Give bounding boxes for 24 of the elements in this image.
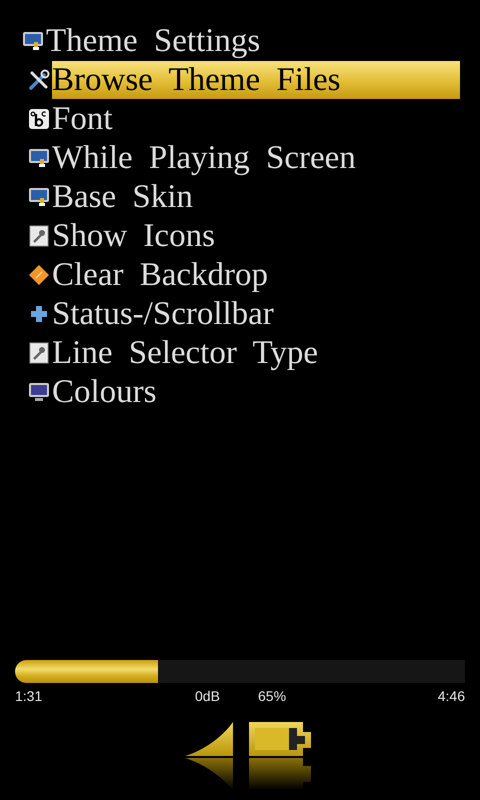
- menu-item[interactable]: Status-/Scrollbar: [52, 294, 274, 332]
- menu-item[interactable]: Colours: [52, 372, 157, 410]
- diamond-icon: [28, 264, 50, 286]
- monitor-brush-icon: [28, 186, 50, 208]
- battery-reading: 65%: [258, 688, 288, 706]
- menu-item[interactable]: Line Selector Type: [52, 334, 318, 372]
- menu-title: Theme Settings: [46, 22, 260, 60]
- menu-item[interactable]: Show Icons: [52, 216, 215, 254]
- document-wrench-icon: [28, 342, 50, 364]
- battery-icon: [247, 720, 313, 792]
- menu-item[interactable]: Base Skin: [52, 178, 193, 216]
- total-time: 4:46: [438, 688, 465, 706]
- menu-item[interactable]: Font: [52, 100, 113, 138]
- monitor-brush-icon: [22, 30, 44, 52]
- font-icon: [28, 108, 50, 130]
- elapsed-time: 1:31: [15, 688, 44, 706]
- document-wrench-icon: [28, 224, 50, 246]
- menu-item[interactable]: Clear Backdrop: [52, 256, 268, 294]
- monitor-icon: [28, 380, 50, 402]
- tools-icon: [28, 68, 50, 90]
- volume-reading: 0dB: [195, 688, 221, 706]
- monitor-brush-icon: [28, 146, 50, 168]
- menu-item[interactable]: Browse Theme Files: [52, 60, 460, 98]
- menu-item[interactable]: While Playing Screen: [52, 138, 356, 176]
